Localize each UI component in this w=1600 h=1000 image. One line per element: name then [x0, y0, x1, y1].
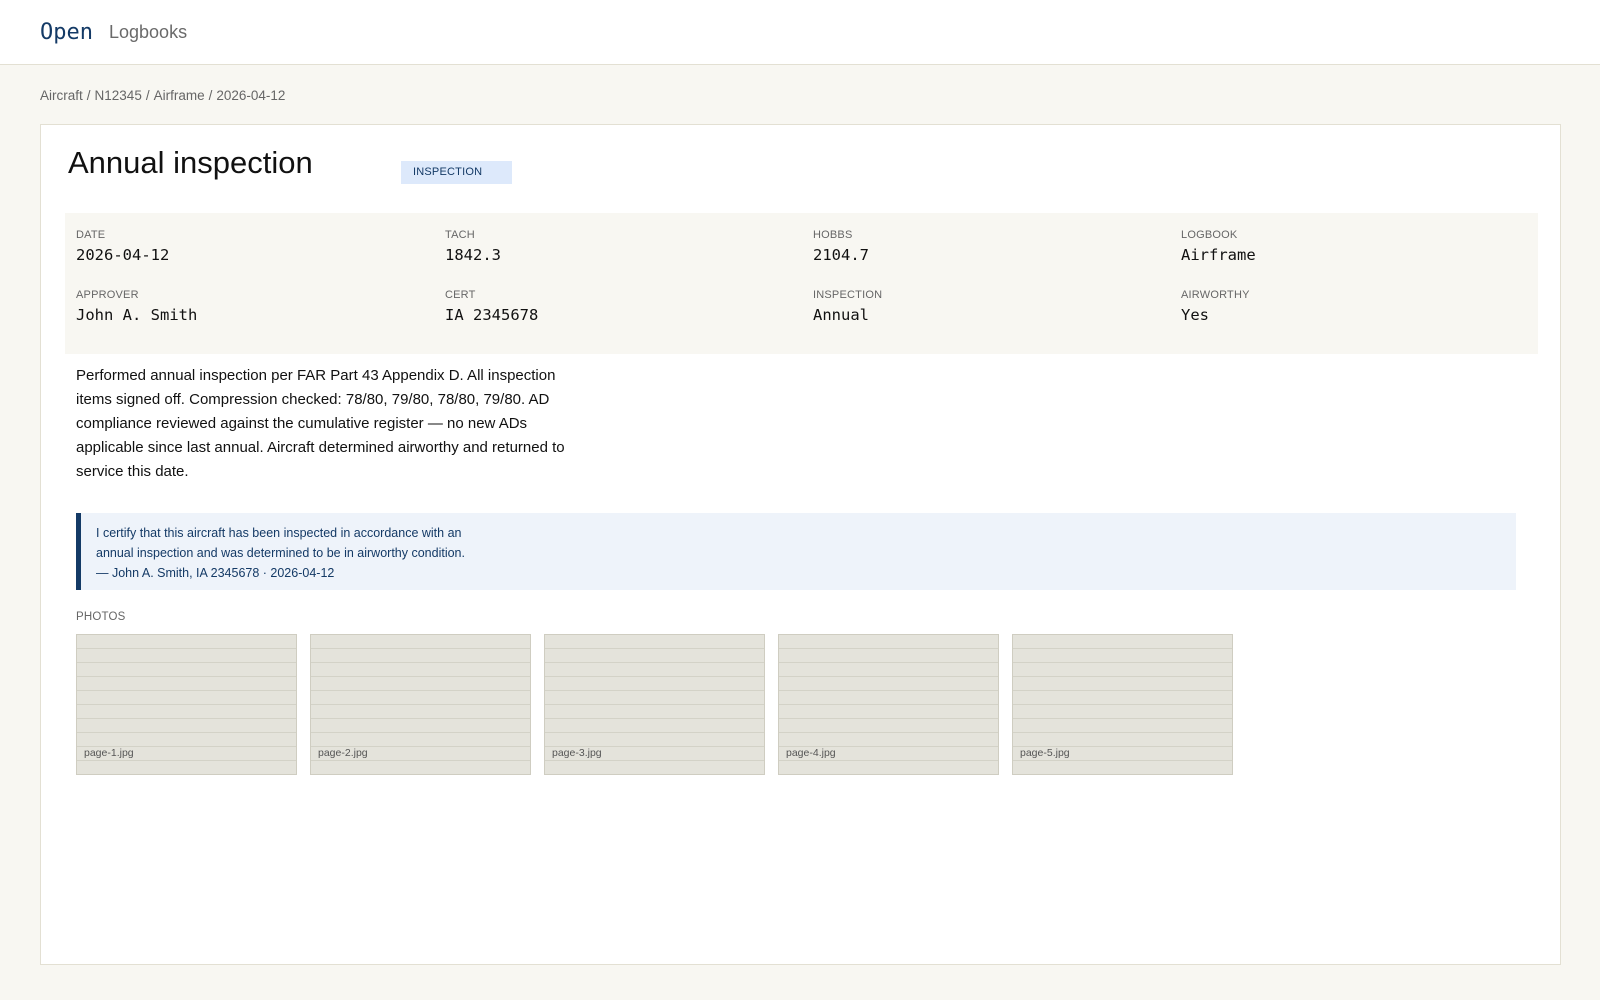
- photos-heading: PHOTOS: [76, 611, 126, 623]
- meta-value: Airframe: [1181, 246, 1256, 264]
- breadcrumb-tail-number[interactable]: N12345: [95, 88, 142, 103]
- meta-logbook: LOGBOOK Airframe: [1181, 229, 1256, 264]
- meta-label: DATE: [76, 229, 106, 241]
- breadcrumb-separator: /: [145, 88, 150, 103]
- meta-approver: APPROVER John A. Smith: [76, 289, 197, 324]
- breadcrumb-logbook[interactable]: Airframe: [154, 88, 205, 103]
- meta-date: DATE 2026-04-12: [76, 229, 169, 264]
- meta-label: TACH: [445, 229, 475, 241]
- meta-label: LOGBOOK: [1181, 229, 1238, 241]
- meta-label: APPROVER: [76, 289, 139, 301]
- meta-value: 2104.7: [813, 246, 869, 264]
- photo-thumbnail[interactable]: page-5.jpg: [1012, 634, 1233, 775]
- breadcrumb-aircraft[interactable]: Aircraft: [40, 88, 83, 103]
- entry-notes: Performed annual inspection per FAR Part…: [76, 367, 565, 480]
- photo-thumbnail[interactable]: page-4.jpg: [778, 634, 999, 775]
- meta-tach: TACH 1842.3: [445, 229, 501, 264]
- photo-thumbnail[interactable]: page-3.jpg: [544, 634, 765, 775]
- photo-thumbnail[interactable]: page-2.jpg: [310, 634, 531, 775]
- meta-value: IA 2345678: [445, 306, 539, 324]
- top-bar: Open Logbooks: [0, 0, 1600, 65]
- meta-label: HOBBS: [813, 229, 853, 241]
- photo-filename: page-2.jpg: [318, 747, 368, 759]
- breadcrumb-separator: /: [86, 88, 91, 103]
- photo-filename: page-4.jpg: [786, 747, 836, 759]
- photo-filename: page-3.jpg: [552, 747, 602, 759]
- breadcrumb: Aircraft / N12345/Airframe/2026-04-12: [40, 88, 285, 103]
- brand-link[interactable]: Open: [40, 20, 93, 45]
- meta-airworthy: AIRWORTHY Yes: [1181, 289, 1250, 324]
- meta-value: Yes: [1181, 306, 1209, 324]
- meta-label: AIRWORTHY: [1181, 289, 1250, 301]
- entry-card: Annual inspection INSPECTION DATE 2026-0…: [40, 124, 1561, 965]
- breadcrumb-current-entry: 2026-04-12: [216, 88, 286, 103]
- entry-meta-panel: DATE 2026-04-12 TACH 1842.3 HOBBS 2104.7…: [65, 213, 1538, 354]
- nav-logbooks-link[interactable]: Logbooks: [109, 22, 187, 43]
- photo-thumbnail[interactable]: page-1.jpg: [76, 634, 297, 775]
- page-title: Annual inspection: [68, 145, 313, 180]
- meta-value: John A. Smith: [76, 306, 198, 324]
- certification-statement-line: annual inspection and was determined to …: [96, 546, 465, 560]
- certification-statement-line: I certify that this aircraft has been in…: [96, 526, 462, 540]
- meta-label: CERT: [445, 289, 476, 301]
- certification-block: I certify that this aircraft has been in…: [76, 513, 1516, 590]
- entry-type-badge: INSPECTION: [401, 161, 512, 184]
- meta-cert: CERT IA 2345678: [445, 289, 538, 324]
- meta-value: 2026-04-12: [76, 246, 170, 264]
- photo-filename: page-1.jpg: [84, 747, 134, 759]
- meta-inspection: INSPECTION Annual: [813, 289, 882, 324]
- meta-hobbs: HOBBS 2104.7: [813, 229, 869, 264]
- breadcrumb-separator: /: [208, 88, 213, 103]
- meta-value: 1842.3: [445, 246, 501, 264]
- meta-label: INSPECTION: [813, 289, 883, 301]
- certification-signature: — John A. Smith, IA 2345678 · 2026-04-12: [96, 566, 335, 580]
- meta-value: Annual: [813, 306, 869, 324]
- photo-filename: page-5.jpg: [1020, 747, 1070, 759]
